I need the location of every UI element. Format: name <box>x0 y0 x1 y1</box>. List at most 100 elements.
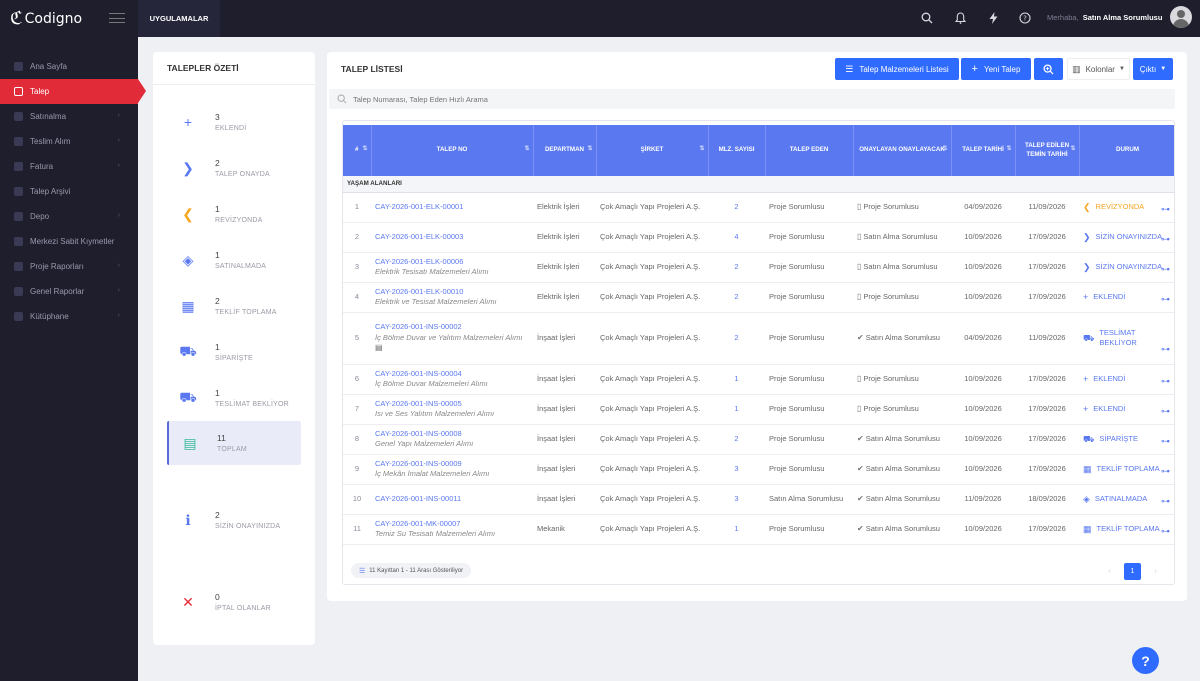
table-row[interactable]: 1 CAY-2026-001-ELK-00001 Elektrik İşleri Ço… <box>343 192 1174 223</box>
summary-item-layers[interactable]: ◈ 1 SATINALMADA <box>167 238 301 282</box>
status-badge[interactable]: + EKLENDİ <box>1083 403 1172 415</box>
workflow-tree-icon[interactable]: ⊶ <box>1161 203 1170 215</box>
table-row[interactable]: 7 CAY-2026-001-INS-00005 Isı ve Ses Yalıtı… <box>343 394 1174 425</box>
workflow-tree-icon[interactable]: ⊶ <box>1161 435 1170 447</box>
summary-item-calendar[interactable]: ▦ 2 TEKLİF TOPLAMA <box>167 284 301 328</box>
attachment-icon[interactable]: ▤ <box>375 343 383 352</box>
table-row[interactable]: 2 CAY-2026-001-ELK-00003 Elektrik İşleri Ço… <box>343 222 1174 253</box>
column-header[interactable]: ONAYLAYAN ONAYLAYACAK ⇅ <box>853 125 952 176</box>
status-badge[interactable]: ⛟ SİPARİŞTE <box>1083 433 1172 445</box>
table-row[interactable]: 8 CAY-2026-001-INS-00008 Genel Yapı Malzem… <box>343 424 1174 455</box>
request-number-link[interactable]: CAY-2026-001-INS-00002 <box>375 322 529 332</box>
table-row[interactable]: 11 CAY-2026-001-MK-00007 Temiz Su Tesisatı… <box>343 514 1174 545</box>
material-list-button[interactable]: ☰ Talep Malzemeleri Listesi <box>835 58 959 80</box>
material-count[interactable]: 2 <box>708 312 765 365</box>
request-number-link[interactable]: CAY-2026-001-INS-00011 <box>375 494 529 504</box>
status-badge[interactable]: ⛟ TESLİMAT BEKLİYOR <box>1083 328 1172 348</box>
material-count[interactable]: 2 <box>708 192 765 223</box>
column-header[interactable]: DURUM <box>1079 125 1174 176</box>
prev-page-button[interactable]: ‹ <box>1101 563 1118 580</box>
zoom-search-button[interactable] <box>1034 58 1063 80</box>
workflow-tree-icon[interactable]: ⊶ <box>1161 343 1170 355</box>
material-count[interactable]: 1 <box>708 394 765 425</box>
bell-icon[interactable] <box>952 10 968 26</box>
material-count[interactable]: 1 <box>708 514 765 545</box>
workflow-tree-icon[interactable]: ⊶ <box>1161 293 1170 305</box>
avatar[interactable] <box>1170 6 1192 28</box>
workflow-tree-icon[interactable]: ⊶ <box>1161 495 1170 507</box>
summary-item-cart[interactable]: ⛟ 1 SİPARİŞTE <box>167 330 301 374</box>
lightning-icon[interactable] <box>985 10 1001 26</box>
material-count[interactable]: 2 <box>708 282 765 313</box>
column-header[interactable]: # ⇅ <box>343 125 372 176</box>
workflow-tree-icon[interactable]: ⊶ <box>1161 375 1170 387</box>
help-button[interactable]: ? <box>1132 647 1159 674</box>
column-header[interactable]: TALEP NO ⇅ <box>371 125 534 176</box>
column-header[interactable]: MLZ. SAYISI <box>708 125 766 176</box>
table-row[interactable]: 9 CAY-2026-001-INS-00009 İç Mekân İmalat M… <box>343 454 1174 485</box>
summary-item-info[interactable]: ℹ 2 SİZİN ONAYINIZDA <box>167 498 301 542</box>
apps-tab[interactable]: UYGULAMALAR <box>138 0 220 37</box>
status-badge[interactable]: ❮ REVİZYONDA <box>1083 201 1172 213</box>
status-badge[interactable]: + EKLENDİ <box>1083 291 1172 303</box>
status-badge[interactable]: ❯ SİZİN ONAYINIZDA <box>1083 261 1172 273</box>
material-count[interactable]: 4 <box>708 222 765 253</box>
material-count[interactable]: 2 <box>708 424 765 455</box>
sidebar-item-kütüphane[interactable]: Kütüphane › <box>0 304 138 329</box>
request-number-link[interactable]: CAY-2026-001-ELK-00003 <box>375 232 529 242</box>
request-number-link[interactable]: CAY-2026-001-ELK-00006 <box>375 257 529 267</box>
status-badge[interactable]: ▦ TEKLİF TOPLAMA <box>1083 523 1172 535</box>
request-number-link[interactable]: CAY-2026-001-INS-00008 <box>375 429 529 439</box>
menu-toggle-icon[interactable] <box>109 13 125 23</box>
sidebar-item-genel-raporlar[interactable]: Genel Raporlar › <box>0 279 138 304</box>
column-header[interactable]: TALEP EDEN <box>765 125 854 176</box>
material-count[interactable]: 2 <box>708 252 765 283</box>
workflow-tree-icon[interactable]: ⊶ <box>1161 263 1170 275</box>
status-badge[interactable]: ▦ TEKLİF TOPLAMA <box>1083 463 1172 475</box>
sidebar-item-satınalma[interactable]: Satınalma › <box>0 104 138 129</box>
columns-button[interactable]: ▥ Kolonlar ▼ <box>1067 58 1130 80</box>
new-request-button[interactable]: + Yeni Talep <box>961 58 1031 80</box>
summary-item-document[interactable]: ▤ 11 TOPLAM <box>167 421 301 465</box>
workflow-tree-icon[interactable]: ⊶ <box>1161 465 1170 477</box>
output-button[interactable]: Çıktı ▼ <box>1133 58 1173 80</box>
table-row[interactable]: 4 CAY-2026-001-ELK-00010 Elektrik ve Tesis… <box>343 282 1174 313</box>
status-badge[interactable]: ◈ SATINALMADA <box>1083 493 1172 505</box>
search-icon[interactable] <box>919 10 935 26</box>
material-count[interactable]: 3 <box>708 454 765 485</box>
request-number-link[interactable]: CAY-2026-001-INS-00004 <box>375 369 529 379</box>
workflow-tree-icon[interactable]: ⊶ <box>1161 525 1170 537</box>
summary-item-truck[interactable]: ⛟ 1 TESLİMAT BEKLİYOR <box>167 376 301 420</box>
summary-item-plus[interactable]: +3 EKLENDİ <box>167 100 301 144</box>
status-badge[interactable]: ❯ SİZİN ONAYINIZDA <box>1083 231 1172 243</box>
sidebar-item-ana-sayfa[interactable]: Ana Sayfa <box>0 54 138 79</box>
table-row[interactable]: 6 CAY-2026-001-INS-00004 İç Bölme Duvar Ma… <box>343 364 1174 395</box>
column-header[interactable]: DEPARTMAN ⇅ <box>533 125 597 176</box>
request-number-link[interactable]: CAY-2026-001-MK-00007 <box>375 519 529 529</box>
help-circle-icon[interactable]: ? <box>1017 10 1033 26</box>
column-header[interactable]: ŞİRKET ⇅ <box>596 125 709 176</box>
quick-search-input[interactable] <box>353 94 753 104</box>
summary-item-close[interactable]: ✕ 0 İPTAL OLANLAR <box>167 580 301 624</box>
table-row[interactable]: 10 CAY-2026-001-INS-00011 İnşaat İşleri Çok… <box>343 484 1174 515</box>
sidebar-item-talep-arşivi[interactable]: Talep Arşivi <box>0 179 138 204</box>
sidebar-item-fatura[interactable]: Fatura › <box>0 154 138 179</box>
workflow-tree-icon[interactable]: ⊶ <box>1161 405 1170 417</box>
next-page-button[interactable]: › <box>1147 563 1164 580</box>
table-row[interactable]: 3 CAY-2026-001-ELK-00006 Elektrik Tesisatı… <box>343 252 1174 283</box>
request-number-link[interactable]: CAY-2026-001-ELK-00010 <box>375 287 529 297</box>
sidebar-item-talep[interactable]: Talep <box>0 79 146 104</box>
sidebar-item-teslim-alım[interactable]: Teslim Alım › <box>0 129 138 154</box>
workflow-tree-icon[interactable]: ⊶ <box>1161 233 1170 245</box>
column-header[interactable]: TALEP TARİHİ ⇅ <box>951 125 1016 176</box>
sidebar-item-depo[interactable]: Depo › <box>0 204 138 229</box>
summary-item-chevron-right[interactable]: ❯ 2 TALEP ONAYDA <box>167 146 301 190</box>
sidebar-item-merkezi-sabit-kıymetler[interactable]: Merkezi Sabit Kıymetler <box>0 229 138 254</box>
page-1-button[interactable]: 1 <box>1124 563 1141 580</box>
status-badge[interactable]: + EKLENDİ <box>1083 373 1172 385</box>
request-number-link[interactable]: CAY-2026-001-INS-00005 <box>375 399 529 409</box>
summary-item-chevron-left[interactable]: ❮ 1 REVİZYONDA <box>167 192 301 236</box>
request-number-link[interactable]: CAY-2026-001-ELK-00001 <box>375 202 529 212</box>
material-count[interactable]: 1 <box>708 364 765 395</box>
sidebar-item-proje-raporları[interactable]: Proje Raporları › <box>0 254 138 279</box>
